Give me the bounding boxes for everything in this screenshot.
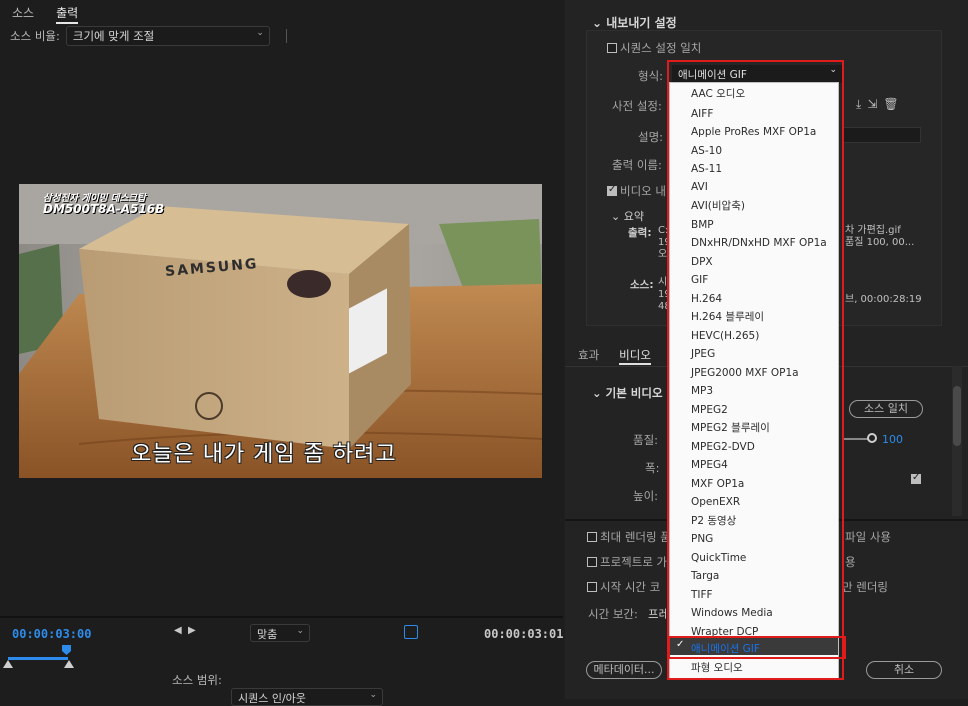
mark-in-out-icons[interactable]: ◀ ▶ <box>174 625 196 636</box>
time-interpolation-value[interactable]: 프레 <box>648 606 669 622</box>
use-proxy-label: 파일 사용 <box>845 530 891 544</box>
tab-output[interactable]: 출력 <box>56 4 79 24</box>
summary-title: 요약 <box>623 210 644 223</box>
source-scale-select[interactable]: 크기에 맞게 조절 ⌄ <box>65 26 270 46</box>
width-label: 폭: <box>645 461 660 475</box>
quality-slider-thumb[interactable] <box>867 433 877 443</box>
output-filename: 차 가편집.gif <box>845 225 901 236</box>
range-bar[interactable] <box>8 657 68 660</box>
out-point-icon[interactable] <box>64 660 74 668</box>
import-project-label: 프로젝트로 가 <box>600 555 668 569</box>
start-timecode-label: 시작 시간 코 <box>600 580 661 594</box>
export-settings-header[interactable]: ⌄ 내보내기 설정 <box>592 14 677 31</box>
quality-label: 품질: <box>633 433 659 447</box>
match-sequence-checkbox[interactable]: 시퀀스 설정 일치 <box>607 40 701 56</box>
current-timecode[interactable]: 00:00:03:00 <box>12 627 91 641</box>
source-scale-value: 크기에 맞게 조절 <box>72 29 155 43</box>
tab-video[interactable]: 비디오 <box>619 347 651 365</box>
highlight-box-format <box>667 60 844 680</box>
video-preview: 삼성전자 게이밍 데스크탑 DM500T8A-A516B SAMSUNG 오늘은… <box>19 184 542 478</box>
export-video-label: 비디오 내 <box>620 184 666 198</box>
metadata-button[interactable]: 메타데이터... <box>586 661 662 679</box>
max-render-label: 최대 렌더링 품 <box>600 530 671 544</box>
match-source-button[interactable]: 소스 일치 <box>849 400 923 418</box>
output-quality: 품질 100, 00... <box>845 237 915 248</box>
checkbox-icon <box>587 532 597 542</box>
source-duration: 브, 00:00:28:19 <box>845 294 922 305</box>
tab-effects[interactable]: 효과 <box>578 347 599 365</box>
checkbox-icon <box>911 472 921 484</box>
cancel-button[interactable]: 취소 <box>866 661 942 679</box>
source-scale-label: 소스 비율: <box>10 29 60 43</box>
start-timecode-checkbox[interactable]: 시작 시간 코 <box>587 579 660 595</box>
aspect-ratio-icon[interactable] <box>404 625 418 639</box>
checkbox-icon <box>587 557 597 567</box>
settings-tabs: 효과 비디오 <box>578 347 651 365</box>
max-render-quality-checkbox[interactable]: 최대 렌더링 품 <box>587 529 671 545</box>
comment-input[interactable] <box>842 127 921 143</box>
preset-label: 사전 설정: <box>612 99 662 113</box>
match-sequence-label: 시퀀스 설정 일치 <box>620 41 702 55</box>
preset-actions: ⤓⇲🗑 <box>856 97 905 112</box>
highlight-box-selected <box>668 636 846 659</box>
video-subtitle: 오늘은 내가 게임 좀 하려고 <box>131 442 397 467</box>
in-point-icon[interactable] <box>3 660 13 668</box>
format-label: 형식: <box>638 69 664 83</box>
export-video-checkbox[interactable]: 비디오 내 <box>607 183 666 199</box>
chevron-down-icon: ⌄ <box>592 16 603 30</box>
scrollbar[interactable] <box>952 366 962 516</box>
overlay-title-line2: DM500T8A-A516B <box>43 202 165 216</box>
video-frame-image <box>19 184 542 478</box>
checkbox-icon <box>607 43 617 53</box>
quality-value[interactable]: 100 <box>882 433 903 446</box>
zoom-fit-select[interactable]: 맞춤 ⌄ <box>250 624 310 642</box>
chevron-down-icon: ⌄ <box>256 28 264 38</box>
checkbox-icon <box>607 184 617 196</box>
program-monitor-panel: 소스 출력 소스 비율: 크기에 맞게 조절 ⌄ 삼성전자 게이밍 데스크탑 D… <box>0 0 564 706</box>
monitor-tabs: 소스 출력 <box>12 4 79 24</box>
trash-icon[interactable]: 🗑 <box>883 97 904 111</box>
basic-video-header[interactable]: ⌄ 기본 비디오 <box>592 385 663 401</box>
summary-header[interactable]: ⌄ 요약 <box>611 208 644 224</box>
import-project-checkbox[interactable]: 프로젝트로 가 <box>587 554 667 570</box>
tab-source[interactable]: 소스 <box>12 4 34 24</box>
output-summary-label: 출력: <box>628 227 652 239</box>
constrain-checkbox[interactable] <box>911 472 924 486</box>
chevron-down-icon: ⌄ <box>296 626 304 636</box>
source-scale-row: 소스 비율: 크기에 맞게 조절 ⌄ <box>10 26 287 46</box>
height-label: 높이: <box>633 489 659 503</box>
output-summary-right: 차 가편집.gif 품질 100, 00... <box>845 225 914 249</box>
divider <box>0 616 563 618</box>
source-range-label: 소스 범위: <box>172 673 222 687</box>
import-project-right: 용 <box>845 555 856 569</box>
zoom-fit-value: 맞춤 <box>257 628 278 641</box>
source-range-select[interactable]: 시퀀스 인/아웃 ⌄ <box>231 688 383 706</box>
output-name-label: 출력 이름: <box>612 158 662 172</box>
divider <box>285 29 287 43</box>
basic-video-title: 기본 비디오 <box>605 386 663 400</box>
playhead-icon[interactable] <box>62 645 71 655</box>
export-settings-title: 내보내기 설정 <box>606 16 677 30</box>
save-preset-icon[interactable]: ⤓ <box>856 97 867 111</box>
time-interpolation-label: 시간 보간: <box>588 607 638 621</box>
source-summary-label: 소스: <box>630 279 654 291</box>
comment-label: 설명: <box>638 130 664 144</box>
render-alpha-label: 만 렌더링 <box>842 580 888 594</box>
checkbox-icon <box>587 582 597 592</box>
import-preset-icon[interactable]: ⇲ <box>867 97 883 111</box>
duration-timecode: 00:00:03:01 <box>484 627 564 641</box>
